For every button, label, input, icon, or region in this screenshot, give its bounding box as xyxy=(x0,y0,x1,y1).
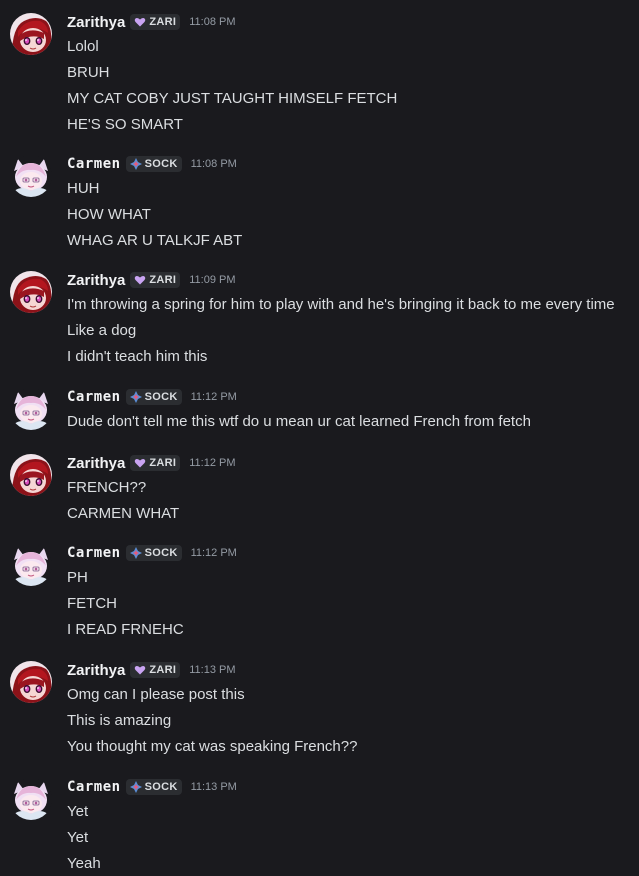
server-tag-text: SOCK xyxy=(144,158,178,170)
message-header: Carmen SOCK 11:13 PM xyxy=(67,778,237,796)
timestamp[interactable]: 11:12 PM xyxy=(191,547,237,559)
avatar-art-icon xyxy=(10,454,52,496)
timestamp[interactable]: 11:08 PM xyxy=(191,158,237,170)
sparkle-diamond-icon xyxy=(129,391,142,403)
timestamp[interactable]: 11:12 PM xyxy=(191,391,237,403)
timestamp[interactable]: 11:09 PM xyxy=(189,274,235,286)
server-tag-badge[interactable]: SOCK xyxy=(125,156,182,172)
timestamp[interactable]: 11:13 PM xyxy=(191,781,237,793)
timestamp[interactable]: 11:13 PM xyxy=(189,664,235,676)
message-text: Lolol xyxy=(67,38,99,55)
avatar-art-icon xyxy=(10,544,52,586)
server-tag-text: SOCK xyxy=(144,781,178,793)
server-tag-text: ZARI xyxy=(149,16,177,28)
avatar[interactable] xyxy=(10,661,52,703)
message-text: I'm throwing a spring for him to play wi… xyxy=(67,296,615,313)
purple-heart-icon xyxy=(135,665,146,675)
server-tag-text: ZARI xyxy=(149,457,177,469)
message-text: PH xyxy=(67,569,88,586)
username[interactable]: Carmen xyxy=(67,389,121,405)
avatar-art-icon xyxy=(10,155,52,197)
message-text: Like a dog xyxy=(67,322,137,339)
username[interactable]: Carmen xyxy=(67,156,121,172)
message-text: Yeah xyxy=(67,855,101,872)
message-text: You thought my cat was speaking French?? xyxy=(67,738,358,755)
message-text: HOW WHAT xyxy=(67,206,151,223)
server-tag-badge[interactable]: ZARI xyxy=(130,14,181,30)
message-header: Zarithya ZARI 11:08 PM xyxy=(67,13,236,31)
avatar[interactable] xyxy=(10,388,52,430)
message-group: Carmen SOCK 11:13 PM Yet Yet Yeah xyxy=(0,778,639,876)
message-group: Zarithya ZARI 11:13 PM Omg can I please po… xyxy=(0,661,639,763)
message-text: MY CAT COBY JUST TAUGHT HIMSELF FETCH xyxy=(67,90,398,107)
message-header: Zarithya ZARI 11:12 PM xyxy=(67,454,236,472)
message-text: FRENCH?? xyxy=(67,479,147,496)
sparkle-diamond-icon xyxy=(129,547,142,559)
username[interactable]: Carmen xyxy=(67,545,121,561)
avatar-art-icon xyxy=(10,778,52,820)
server-tag-badge[interactable]: SOCK xyxy=(125,545,182,561)
timestamp[interactable]: 11:12 PM xyxy=(189,457,235,469)
message-text: WHAG AR U TALKJF ABT xyxy=(67,232,243,249)
message-text: HE'S SO SMART xyxy=(67,116,183,133)
avatar[interactable] xyxy=(10,271,52,313)
username[interactable]: Zarithya xyxy=(67,455,125,472)
avatar-art-icon xyxy=(10,13,52,55)
avatar-art-icon xyxy=(10,271,52,313)
message-group: Zarithya ZARI 11:09 PM I'm throwing a spri… xyxy=(0,271,639,373)
server-tag-badge[interactable]: ZARI xyxy=(130,272,181,288)
server-tag-badge[interactable]: SOCK xyxy=(125,779,182,795)
avatar[interactable] xyxy=(10,778,52,820)
purple-heart-icon xyxy=(135,17,146,27)
message-text: CARMEN WHAT xyxy=(67,505,180,522)
message-text: This is amazing xyxy=(67,712,172,729)
purple-heart-icon xyxy=(135,275,146,285)
message-header: Zarithya ZARI 11:09 PM xyxy=(67,271,236,289)
message-text: Yet xyxy=(67,829,89,846)
message-header: Carmen SOCK 11:12 PM xyxy=(67,388,237,406)
server-tag-text: SOCK xyxy=(144,391,178,403)
server-tag-text: SOCK xyxy=(144,547,178,559)
server-tag-badge[interactable]: ZARI xyxy=(130,662,181,678)
message-text: Omg can I please post this xyxy=(67,686,245,703)
avatar-art-icon xyxy=(10,661,52,703)
server-tag-badge[interactable]: ZARI xyxy=(130,455,181,471)
message-group: Zarithya ZARI 11:12 PM FRENCH?? CARMEN WHAT xyxy=(0,454,639,530)
username[interactable]: Carmen xyxy=(67,779,121,795)
message-group: Carmen SOCK 11:08 PM HUH HOW WHAT WHAG AR U … xyxy=(0,155,639,257)
message-header: Carmen SOCK 11:12 PM xyxy=(67,544,237,562)
message-text: I didn't teach him this xyxy=(67,348,208,365)
message-group: Carmen SOCK 11:12 PM PH FETCH I READ FRNEHC xyxy=(0,544,639,646)
server-tag-text: ZARI xyxy=(149,274,177,286)
message-text: HUH xyxy=(67,180,100,197)
message-text: Dude don't tell me this wtf do u mean ur… xyxy=(67,413,531,430)
avatar[interactable] xyxy=(10,155,52,197)
username[interactable]: Zarithya xyxy=(67,272,125,289)
purple-heart-icon xyxy=(135,458,146,468)
avatar[interactable] xyxy=(10,13,52,55)
message-group: Zarithya ZARI 11:08 PM Lolol BRUH MY CAT COB… xyxy=(0,13,639,141)
avatar[interactable] xyxy=(10,454,52,496)
message-text: BRUH xyxy=(67,64,110,81)
sparkle-diamond-icon xyxy=(129,781,142,793)
message-text: Yet xyxy=(67,803,89,820)
username[interactable]: Zarithya xyxy=(67,14,125,31)
message-text: I READ FRNEHC xyxy=(67,621,184,638)
avatar[interactable] xyxy=(10,544,52,586)
avatar-art-icon xyxy=(10,388,52,430)
server-tag-text: ZARI xyxy=(149,664,177,676)
sparkle-diamond-icon xyxy=(129,158,142,170)
message-group: Carmen SOCK 11:12 PM Dude don't tell me th… xyxy=(0,388,639,438)
username[interactable]: Zarithya xyxy=(67,662,125,679)
server-tag-badge[interactable]: SOCK xyxy=(125,389,182,405)
message-header: Carmen SOCK 11:08 PM xyxy=(67,155,237,173)
message-text: FETCH xyxy=(67,595,117,612)
timestamp[interactable]: 11:08 PM xyxy=(189,16,235,28)
message-header: Zarithya ZARI 11:13 PM xyxy=(67,661,236,679)
